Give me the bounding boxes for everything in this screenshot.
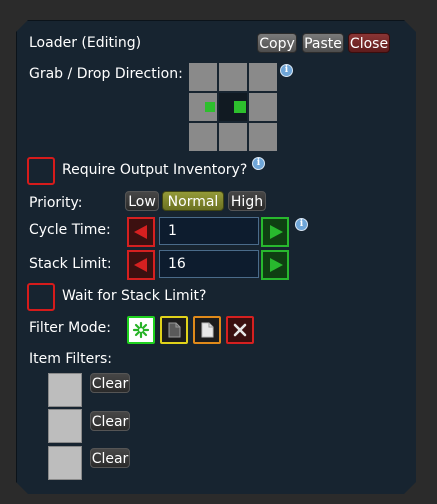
- cycle-time-info-icon[interactable]: i: [295, 218, 308, 231]
- grid-cell-se[interactable]: [249, 123, 277, 151]
- priority-low-button[interactable]: Low: [125, 191, 159, 211]
- priority-label: Priority:: [29, 195, 83, 211]
- grid-cell-center: [219, 93, 247, 121]
- arrow-right-icon: [270, 258, 283, 272]
- cycle-time-decrement-button[interactable]: [127, 217, 155, 247]
- wait-stack-checkbox[interactable]: [27, 283, 55, 311]
- item-filter-slot-1[interactable]: [48, 373, 82, 407]
- grid-cell-ne[interactable]: [249, 63, 277, 91]
- wait-stack-label: Wait for Stack Limit?: [62, 288, 207, 304]
- filter-mode-label: Filter Mode:: [29, 320, 111, 336]
- cycle-time-label: Cycle Time:: [29, 222, 111, 238]
- require-output-checkbox[interactable]: [27, 157, 55, 185]
- item-filter-clear-button-2[interactable]: Clear: [90, 411, 130, 431]
- item-filter-slot-3[interactable]: [48, 446, 82, 480]
- grid-cell-sw[interactable]: [189, 123, 217, 151]
- grid-cell-n[interactable]: [219, 63, 247, 91]
- item-filters-label: Item Filters:: [29, 351, 113, 367]
- stack-limit-decrement-button[interactable]: [127, 250, 155, 280]
- arrow-left-icon: [134, 258, 147, 272]
- loader-panel: Loader (Editing) Copy Paste Close Grab /…: [16, 20, 416, 494]
- grid-cell-w[interactable]: [189, 93, 217, 121]
- drop-marker-icon: [234, 101, 246, 113]
- direction-label: Grab / Drop Direction:: [29, 66, 183, 82]
- grid-cell-e[interactable]: [249, 93, 277, 121]
- stack-limit-input[interactable]: 16: [159, 250, 259, 278]
- priority-high-button[interactable]: High: [228, 191, 266, 211]
- cycle-time-input[interactable]: 1: [159, 217, 259, 245]
- direction-info-icon[interactable]: i: [280, 64, 293, 77]
- filter-mode-clear-button[interactable]: [226, 316, 254, 344]
- priority-normal-button[interactable]: Normal: [162, 191, 224, 211]
- filter-mode-document-button[interactable]: [193, 316, 221, 344]
- paste-button[interactable]: Paste: [302, 33, 344, 53]
- item-filter-slot-2[interactable]: [48, 409, 82, 443]
- stack-limit-increment-button[interactable]: [261, 250, 289, 280]
- panel-title: Loader (Editing): [29, 35, 142, 51]
- grab-marker-icon: [205, 102, 215, 112]
- whitelist-icon: [132, 321, 150, 339]
- grid-cell-s[interactable]: [219, 123, 247, 151]
- document-icon: [201, 322, 214, 338]
- cycle-time-increment-button[interactable]: [261, 217, 289, 247]
- item-filter-clear-button-3[interactable]: Clear: [90, 448, 130, 468]
- filter-mode-blacklist-button[interactable]: [160, 316, 188, 344]
- arrow-left-icon: [134, 225, 147, 239]
- grid-cell-nw[interactable]: [189, 63, 217, 91]
- blacklist-icon: [168, 322, 181, 338]
- require-output-info-icon[interactable]: i: [252, 157, 265, 170]
- arrow-right-icon: [270, 225, 283, 239]
- item-filter-clear-button-1[interactable]: Clear: [90, 373, 130, 393]
- close-button[interactable]: Close: [348, 33, 390, 53]
- require-output-label: Require Output Inventory?: [62, 162, 248, 178]
- stack-limit-label: Stack Limit:: [29, 256, 112, 272]
- filter-mode-whitelist-button[interactable]: [127, 316, 155, 344]
- copy-button[interactable]: Copy: [257, 33, 297, 53]
- direction-grid: [189, 63, 277, 151]
- clear-filter-icon: [233, 323, 247, 337]
